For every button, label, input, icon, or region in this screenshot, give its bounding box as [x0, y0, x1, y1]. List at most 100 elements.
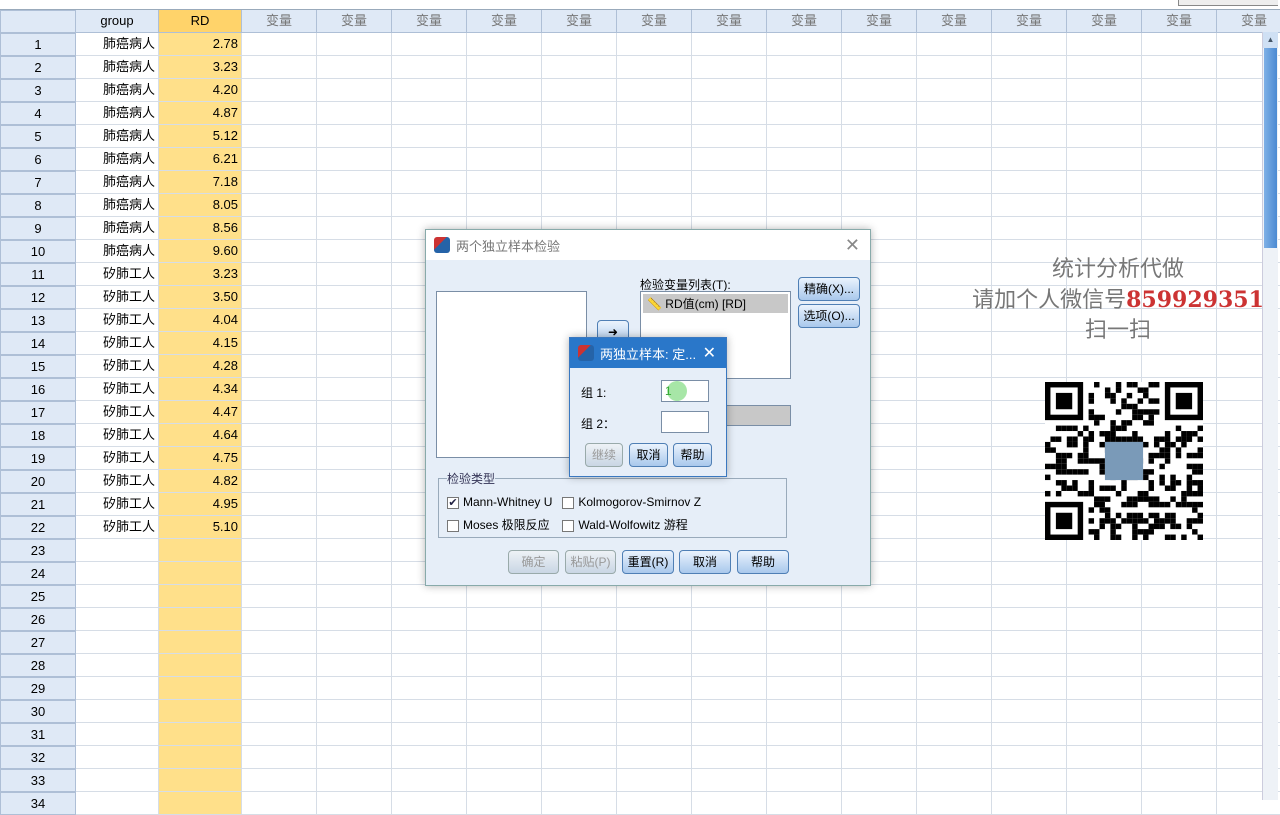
cell-empty[interactable]: [617, 608, 692, 631]
cell-group[interactable]: 肺癌病人: [76, 240, 159, 263]
cell-empty[interactable]: [317, 240, 392, 263]
cell-empty[interactable]: [842, 33, 917, 56]
cell-empty[interactable]: [917, 424, 992, 447]
cell-group[interactable]: 肺癌病人: [76, 194, 159, 217]
row-header[interactable]: 28: [0, 654, 76, 677]
cell-empty[interactable]: [1067, 792, 1142, 815]
column-header-rd[interactable]: RD: [159, 10, 242, 33]
cell-empty[interactable]: [1067, 723, 1142, 746]
cell-empty[interactable]: [542, 608, 617, 631]
cell-empty[interactable]: [242, 493, 317, 516]
cell-empty[interactable]: [1142, 355, 1217, 378]
cell-empty[interactable]: [692, 56, 767, 79]
cell-empty[interactable]: [617, 33, 692, 56]
cell-empty[interactable]: [617, 148, 692, 171]
cell-empty[interactable]: [767, 700, 842, 723]
cell-empty[interactable]: [1067, 608, 1142, 631]
cell-empty[interactable]: [992, 56, 1067, 79]
cell-group[interactable]: 肺癌病人: [76, 148, 159, 171]
cell-group[interactable]: 肺癌病人: [76, 171, 159, 194]
cell-empty[interactable]: [842, 79, 917, 102]
column-header-var[interactable]: 变量: [617, 10, 692, 33]
cell-empty[interactable]: [917, 585, 992, 608]
cell-empty[interactable]: [992, 562, 1067, 585]
cell-empty[interactable]: [617, 125, 692, 148]
cell-empty[interactable]: [767, 33, 842, 56]
cell-empty[interactable]: [242, 56, 317, 79]
cell-empty[interactable]: [317, 723, 392, 746]
test-variable-item[interactable]: 📏 RD值(cm) [RD]: [643, 294, 788, 313]
cell-empty[interactable]: [917, 447, 992, 470]
cell-empty[interactable]: [242, 677, 317, 700]
cell-empty[interactable]: [467, 746, 542, 769]
cell-empty[interactable]: [692, 148, 767, 171]
row-header[interactable]: 33: [0, 769, 76, 792]
reset-button[interactable]: 重置(R): [622, 550, 674, 574]
cell-rd[interactable]: 4.15: [159, 332, 242, 355]
cell-empty[interactable]: [242, 401, 317, 424]
cell-empty[interactable]: [617, 194, 692, 217]
cell-empty[interactable]: [242, 631, 317, 654]
column-header-var[interactable]: 变量: [992, 10, 1067, 33]
cell-empty[interactable]: [842, 700, 917, 723]
cell-group[interactable]: 矽肺工人: [76, 493, 159, 516]
cell-empty[interactable]: [317, 539, 392, 562]
source-variable-list[interactable]: [436, 291, 587, 458]
cell-empty[interactable]: [992, 723, 1067, 746]
cell-empty[interactable]: [617, 79, 692, 102]
cell-empty[interactable]: [917, 608, 992, 631]
cell-empty[interactable]: [917, 102, 992, 125]
cell-empty[interactable]: [467, 792, 542, 815]
cell-empty[interactable]: [467, 677, 542, 700]
cell-rd[interactable]: 4.82: [159, 470, 242, 493]
cell-empty[interactable]: [467, 56, 542, 79]
row-header[interactable]: 34: [0, 792, 76, 815]
cell-empty[interactable]: [467, 102, 542, 125]
cell-empty[interactable]: [242, 263, 317, 286]
cell-rd[interactable]: 4.04: [159, 309, 242, 332]
row-header[interactable]: 2: [0, 56, 76, 79]
cell-empty[interactable]: [1142, 746, 1217, 769]
cell-empty[interactable]: [1142, 217, 1217, 240]
cell-rd[interactable]: [159, 585, 242, 608]
cell-empty[interactable]: [692, 769, 767, 792]
cell-empty[interactable]: [317, 332, 392, 355]
vertical-scrollbar[interactable]: ▲: [1262, 32, 1278, 800]
cell-empty[interactable]: [317, 56, 392, 79]
cell-empty[interactable]: [917, 723, 992, 746]
cell-empty[interactable]: [1067, 33, 1142, 56]
row-header[interactable]: 23: [0, 539, 76, 562]
cell-empty[interactable]: [392, 746, 467, 769]
row-header[interactable]: 31: [0, 723, 76, 746]
cell-empty[interactable]: [542, 677, 617, 700]
help-button[interactable]: 帮助: [737, 550, 789, 574]
row-header[interactable]: 8: [0, 194, 76, 217]
cell-group[interactable]: [76, 723, 159, 746]
cell-rd[interactable]: [159, 769, 242, 792]
cell-empty[interactable]: [392, 608, 467, 631]
cell-group[interactable]: [76, 654, 159, 677]
cell-empty[interactable]: [1067, 102, 1142, 125]
cell-empty[interactable]: [467, 125, 542, 148]
cell-empty[interactable]: [692, 102, 767, 125]
cell-empty[interactable]: [242, 792, 317, 815]
cell-group[interactable]: 肺癌病人: [76, 56, 159, 79]
cell-empty[interactable]: [467, 79, 542, 102]
cell-empty[interactable]: [917, 493, 992, 516]
cell-empty[interactable]: [317, 677, 392, 700]
cell-empty[interactable]: [617, 700, 692, 723]
cell-empty[interactable]: [917, 470, 992, 493]
cell-empty[interactable]: [317, 125, 392, 148]
cell-empty[interactable]: [392, 769, 467, 792]
cell-empty[interactable]: [242, 240, 317, 263]
cell-empty[interactable]: [917, 355, 992, 378]
cell-rd[interactable]: 9.60: [159, 240, 242, 263]
cell-empty[interactable]: [242, 309, 317, 332]
cell-rd[interactable]: [159, 631, 242, 654]
cell-empty[interactable]: [1067, 585, 1142, 608]
kolmogorov-smirnov-checkbox[interactable]: Kolmogorov-Smirnov Z: [562, 495, 701, 509]
cell-empty[interactable]: [917, 792, 992, 815]
cell-empty[interactable]: [692, 654, 767, 677]
cell-rd[interactable]: [159, 700, 242, 723]
group2-input[interactable]: [661, 411, 709, 433]
